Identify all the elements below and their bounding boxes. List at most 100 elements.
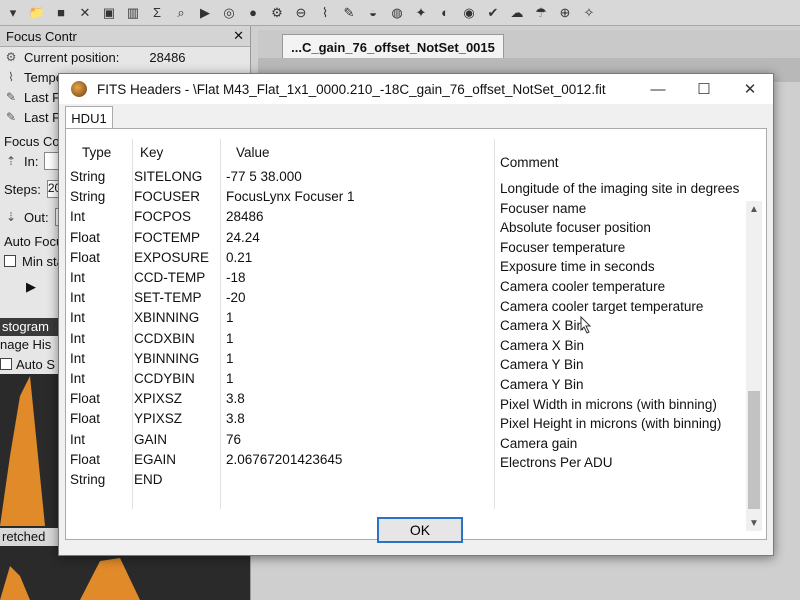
- start-focus-play-icon[interactable]: ▶: [26, 279, 36, 295]
- cell-key: SET-TEMP: [134, 290, 202, 306]
- gear-icon[interactable]: ⚙: [268, 4, 286, 22]
- cell-value: -18: [226, 270, 246, 285]
- image-tab[interactable]: ...C_gain_76_offset_NotSet_0015: [282, 34, 504, 59]
- crosshair-icon[interactable]: ⊕: [556, 4, 574, 22]
- check-icon[interactable]: ✔: [484, 4, 502, 22]
- rotator-icon[interactable]: ◐: [436, 4, 454, 22]
- magnifier-icon[interactable]: ⌕: [172, 4, 190, 22]
- thermometer-icon[interactable]: ⌇: [316, 4, 334, 22]
- table-row[interactable]: String FOCUSER FocusLynx Focuser 1 Focuser …: [70, 187, 750, 215]
- table-row[interactable]: Int SET-TEMP -20 Camera cooler target tempe…: [70, 288, 750, 313]
- histogram-icon[interactable]: ▥: [124, 4, 142, 22]
- table-row[interactable]: String END: [70, 470, 750, 490]
- table-row[interactable]: Int GAIN 76 Camera gain: [70, 430, 750, 451]
- cell-key: CCDYBIN: [134, 371, 195, 386]
- table-row[interactable]: Int YBINNING 1 Camera Y Bin: [70, 349, 750, 373]
- image-icon[interactable]: ▣: [100, 4, 118, 22]
- maximize-icon[interactable]: ☐: [681, 74, 727, 104]
- wand-icon[interactable]: ✦: [412, 4, 430, 22]
- panel-close-icon[interactable]: ✕: [233, 28, 244, 44]
- table-row[interactable]: Float EGAIN 2.06767201423645 Electrons Per …: [70, 450, 750, 471]
- cell-key: XBINNING: [134, 310, 200, 326]
- weather-icon[interactable]: ☁: [508, 4, 526, 22]
- cell-value: 0.21: [226, 249, 253, 265]
- cell-type: Int: [70, 350, 86, 366]
- cell-key: GAIN: [134, 431, 168, 447]
- table-row[interactable]: Int CCDYBIN 1 Camera Y Bin: [70, 369, 750, 392]
- dropper-icon[interactable]: ✎: [340, 4, 358, 22]
- scroll-down-icon[interactable]: ▼: [746, 515, 762, 531]
- table-row[interactable]: Float XPIXSZ 3.8 Pixel Width in microns (wi…: [70, 389, 750, 411]
- menu-icon[interactable]: ▾: [4, 4, 22, 22]
- in-label: In:: [24, 153, 39, 169]
- close-icon[interactable]: ✕: [727, 74, 773, 104]
- cell-key: FOCTEMP: [134, 229, 200, 245]
- sigma-icon[interactable]: Σ: [148, 4, 166, 22]
- stretched-label: retched: [0, 528, 64, 546]
- cell-key: SITELONG: [134, 169, 203, 184]
- scroll-up-icon[interactable]: ▲: [746, 201, 762, 217]
- cloud-icon[interactable]: ☂: [532, 4, 550, 22]
- table-row[interactable]: Int CCDXBIN 1 Camera X Bin: [70, 329, 750, 353]
- fits-header-grid-panel: Type Key Value Comment String SITELONG -77…: [65, 128, 767, 540]
- current-position-value: 28486: [149, 49, 186, 65]
- arrow-down-icon[interactable]: ⇣: [4, 210, 18, 224]
- circle-icon[interactable]: ●: [244, 4, 262, 22]
- cell-key: YPIXSZ: [134, 411, 183, 427]
- cell-type: Float: [70, 451, 101, 467]
- column-header-type[interactable]: Type: [82, 145, 111, 160]
- grid-scrollbar[interactable]: ▲ ▼: [746, 201, 762, 531]
- cell-key: FOCPOS: [134, 209, 192, 225]
- filter-wheel-icon[interactable]: ◍: [388, 4, 406, 22]
- table-row[interactable]: Int CCD-TEMP -18 Camera cooler temperature: [70, 268, 750, 294]
- play-icon[interactable]: ▶: [196, 4, 214, 22]
- cell-value: 1: [226, 371, 234, 386]
- cell-type: Int: [70, 431, 86, 447]
- table-row[interactable]: Int XBINNING 1 Camera X Bin: [70, 308, 750, 333]
- cell-value: 2.06767201423645: [226, 451, 343, 467]
- cell-value: 3.8: [226, 411, 245, 427]
- table-row[interactable]: Float EXPOSURE 0.21 Exposure time in second…: [70, 248, 750, 275]
- scroll-thumb[interactable]: [748, 391, 760, 509]
- column-header-value[interactable]: Value: [236, 145, 270, 160]
- pencil-icon: ✎: [5, 110, 17, 124]
- out-label: Out:: [24, 209, 49, 225]
- arrow-up-icon[interactable]: ⇡: [4, 154, 18, 168]
- save-icon[interactable]: ■: [52, 4, 70, 22]
- min-step-checkbox[interactable]: [4, 255, 16, 267]
- cell-value: -20: [226, 290, 246, 306]
- table-row[interactable]: String SITELONG -77 5 38.000 Longitude of t…: [70, 167, 750, 196]
- cell-type: Int: [70, 310, 86, 326]
- auto-focus-label[interactable]: Auto Focu: [4, 234, 63, 249]
- table-row[interactable]: Float FOCTEMP 24.24 Focuser temperature: [70, 228, 750, 255]
- cell-value: 76: [226, 431, 242, 447]
- thermometer-icon: ⌇: [8, 70, 14, 84]
- cell-type: Int: [70, 270, 86, 285]
- dome-icon[interactable]: ◒: [364, 4, 382, 22]
- folder-icon[interactable]: 📁: [28, 4, 46, 22]
- cell-type: String: [70, 189, 106, 205]
- pencil-icon: ✎: [5, 90, 17, 104]
- fits-headers-dialog: FITS Headers - \Flat M43_Flat_1x1_0000.2…: [58, 73, 774, 556]
- dialog-titlebar: FITS Headers - \Flat M43_Flat_1x1_0000.2…: [59, 74, 773, 104]
- app-icon: [71, 81, 87, 97]
- table-row[interactable]: Float YPIXSZ 3.8 Pixel Height in microns (w…: [70, 409, 750, 431]
- table-row[interactable]: Int FOCPOS 28486 Absolute focuser position: [70, 207, 750, 235]
- cell-key: FOCUSER: [134, 189, 201, 205]
- cell-key: YBINNING: [134, 350, 200, 366]
- column-header-key[interactable]: Key: [140, 145, 163, 160]
- cell-key: END: [134, 472, 163, 487]
- cell-key: CCDXBIN: [134, 330, 195, 346]
- cell-type: Float: [70, 411, 101, 427]
- target-icon[interactable]: ◎: [220, 4, 238, 22]
- no-icon[interactable]: ⊖: [292, 4, 310, 22]
- main-toolbar: ▾ 📁 ■ ✕ ▣ ▥ Σ ⌕ ▶ ◎ ● ⚙ ⊖ ⌇ ✎ ◒ ◍ ✦ ◐ ◉ …: [0, 0, 800, 26]
- cell-key: CCD-TEMP: [134, 270, 206, 285]
- tab-hdu1[interactable]: HDU1: [65, 106, 113, 129]
- shuffle-icon[interactable]: ✕: [76, 4, 94, 22]
- bullseye-icon[interactable]: ◉: [460, 4, 478, 22]
- ok-button[interactable]: OK: [377, 517, 463, 543]
- minimize-icon[interactable]: —: [635, 74, 681, 104]
- current-position-label: Current position:: [24, 49, 120, 65]
- help-icon[interactable]: ✧: [580, 4, 598, 22]
